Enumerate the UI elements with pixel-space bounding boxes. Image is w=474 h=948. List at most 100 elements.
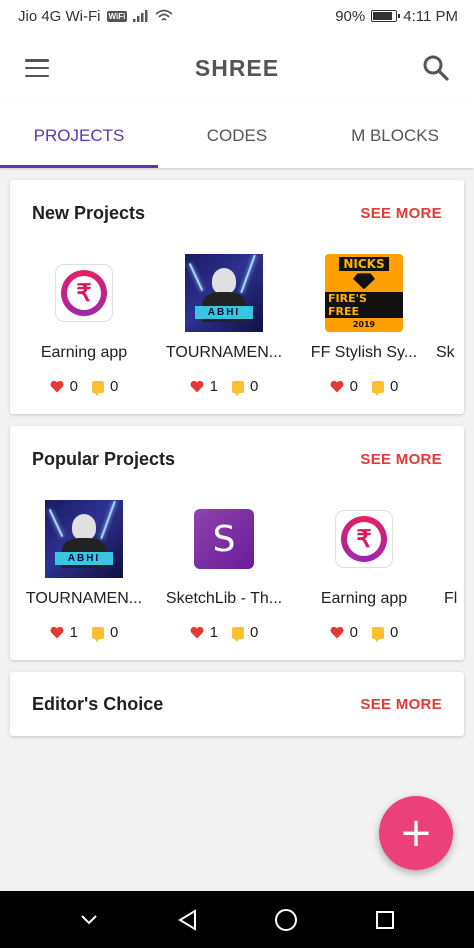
likes-count: 0 xyxy=(349,624,358,641)
section-title: Editor's Choice xyxy=(32,693,164,714)
system-nav-bar xyxy=(0,891,474,948)
project-stats: 1 0 xyxy=(154,624,294,642)
comment-icon xyxy=(372,380,384,396)
status-left: Jio 4G Wi-Fi WiFi xyxy=(18,8,173,25)
comments: 0 xyxy=(372,624,399,642)
heart-icon xyxy=(330,380,344,393)
comments-count: 0 xyxy=(390,378,399,395)
project-stats: 0 0 xyxy=(294,378,434,396)
see-more-button[interactable]: SEE MORE xyxy=(360,696,442,713)
project-name: FF Stylish Sy... xyxy=(310,344,418,361)
chevron-down-icon[interactable] xyxy=(69,900,109,940)
project-stats: 0 0 xyxy=(14,378,154,396)
project-name: TOURNAMEN... xyxy=(165,344,283,361)
likes-count: 0 xyxy=(349,378,358,395)
editors-choice-card: Editor's Choice SEE MORE xyxy=(10,672,464,736)
tab-codes[interactable]: CODES xyxy=(158,104,316,168)
likes-count: 1 xyxy=(209,624,218,641)
new-projects-card: New Projects SEE MORE ₹ Earning app 0 0 xyxy=(10,180,464,414)
project-item[interactable]: ₹ Earning app 0 0 xyxy=(14,246,154,406)
project-icon: ₹ xyxy=(45,254,123,332)
project-stats: 0 0 xyxy=(294,624,434,642)
signal-icon xyxy=(133,10,148,22)
likes-count: 1 xyxy=(209,378,218,395)
project-name: Sk xyxy=(436,344,455,361)
likes: 0 xyxy=(330,378,358,395)
card-header: New Projects SEE MORE xyxy=(10,180,464,246)
project-name: Earning app xyxy=(40,344,128,361)
battery-percent: 90% xyxy=(335,7,366,25)
comments-count: 0 xyxy=(110,624,119,641)
project-icon: ABHI xyxy=(185,254,263,332)
project-item[interactable]: Sk xyxy=(430,246,464,406)
project-item[interactable]: ABHI TOURNAMEN... 1 0 xyxy=(14,492,154,652)
battery-icon xyxy=(371,10,401,22)
clock: 4:11 PM xyxy=(403,7,458,25)
project-item[interactable]: ABHI TOURNAMEN... 1 0 xyxy=(154,246,294,406)
project-list: ABHI TOURNAMEN... 1 0 S SketchLib - Th..… xyxy=(10,492,464,660)
heart-icon xyxy=(190,380,204,393)
wifi-icon xyxy=(155,9,173,21)
project-icon: ₹ xyxy=(325,500,403,578)
comments-count: 0 xyxy=(390,624,399,641)
likes: 1 xyxy=(190,378,218,395)
project-item[interactable]: NICKS FIRE'S FREE 2019 FF Stylish Sy... … xyxy=(294,246,434,406)
carrier-label: Jio 4G Wi-Fi xyxy=(18,7,101,25)
project-list: ₹ Earning app 0 0 ABHI TOURNAMEN... 1 0 … xyxy=(10,246,464,414)
comments-count: 0 xyxy=(250,378,259,395)
section-title: Popular Projects xyxy=(32,448,176,469)
comment-icon xyxy=(92,626,104,642)
comments: 0 xyxy=(92,378,119,396)
project-icon: NICKS FIRE'S FREE 2019 xyxy=(325,254,403,332)
likes-count: 1 xyxy=(69,624,78,641)
comments-count: 0 xyxy=(110,378,119,395)
comments: 0 xyxy=(372,378,399,396)
search-icon[interactable] xyxy=(420,52,452,84)
project-icon: S xyxy=(185,500,263,578)
see-more-button[interactable]: SEE MORE xyxy=(360,205,442,222)
app-title: SHREE xyxy=(194,54,280,81)
comment-icon xyxy=(232,380,244,396)
app-bar: SHREE xyxy=(0,32,474,104)
status-right: 90% 4:11 PM xyxy=(335,8,458,25)
heart-icon xyxy=(190,626,204,639)
comments: 0 xyxy=(232,624,259,642)
project-item[interactable]: ₹ Earning app 0 0 xyxy=(294,492,434,652)
rupee-app-icon: ₹ xyxy=(336,511,392,567)
sketchlib-icon: S xyxy=(194,509,254,569)
heart-icon xyxy=(50,626,64,639)
project-stats: 1 0 xyxy=(14,624,154,642)
abhi-avatar-icon: ABHI xyxy=(45,500,123,578)
comments: 0 xyxy=(232,378,259,396)
project-name: Fl xyxy=(444,590,458,607)
likes: 1 xyxy=(190,624,218,641)
heart-icon xyxy=(330,626,344,639)
menu-icon[interactable] xyxy=(22,54,52,82)
comment-icon xyxy=(92,380,104,396)
wifi-calling-badge: WiFi xyxy=(106,10,128,22)
tab-bar: PROJECTS CODES M BLOCKS xyxy=(0,104,474,168)
likes: 0 xyxy=(50,378,78,395)
comment-icon xyxy=(372,626,384,642)
card-header: Editor's Choice SEE MORE xyxy=(10,672,464,736)
add-project-button[interactable]: + xyxy=(379,796,453,870)
project-item[interactable]: S SketchLib - Th... 1 0 xyxy=(154,492,294,652)
project-icon: ABHI xyxy=(45,500,123,578)
project-item[interactable]: Fl xyxy=(430,492,464,652)
project-name: TOURNAMEN... xyxy=(25,590,143,607)
home-icon[interactable] xyxy=(266,900,306,940)
tab-projects[interactable]: PROJECTS xyxy=(0,104,158,168)
nicks-fires-free-icon: NICKS FIRE'S FREE 2019 xyxy=(325,254,403,332)
popular-projects-card: Popular Projects SEE MORE ABHI TOURNAMEN… xyxy=(10,426,464,660)
project-name: Earning app xyxy=(320,590,408,607)
comments-count: 0 xyxy=(250,624,259,641)
recents-icon[interactable] xyxy=(365,900,405,940)
see-more-button[interactable]: SEE MORE xyxy=(360,451,442,468)
likes-count: 0 xyxy=(69,378,78,395)
abhi-avatar-icon: ABHI xyxy=(185,254,263,332)
comments: 0 xyxy=(92,624,119,642)
likes: 0 xyxy=(330,624,358,641)
back-icon[interactable] xyxy=(168,900,208,940)
section-title: New Projects xyxy=(32,202,146,223)
tab-m-blocks[interactable]: M BLOCKS xyxy=(316,104,474,168)
